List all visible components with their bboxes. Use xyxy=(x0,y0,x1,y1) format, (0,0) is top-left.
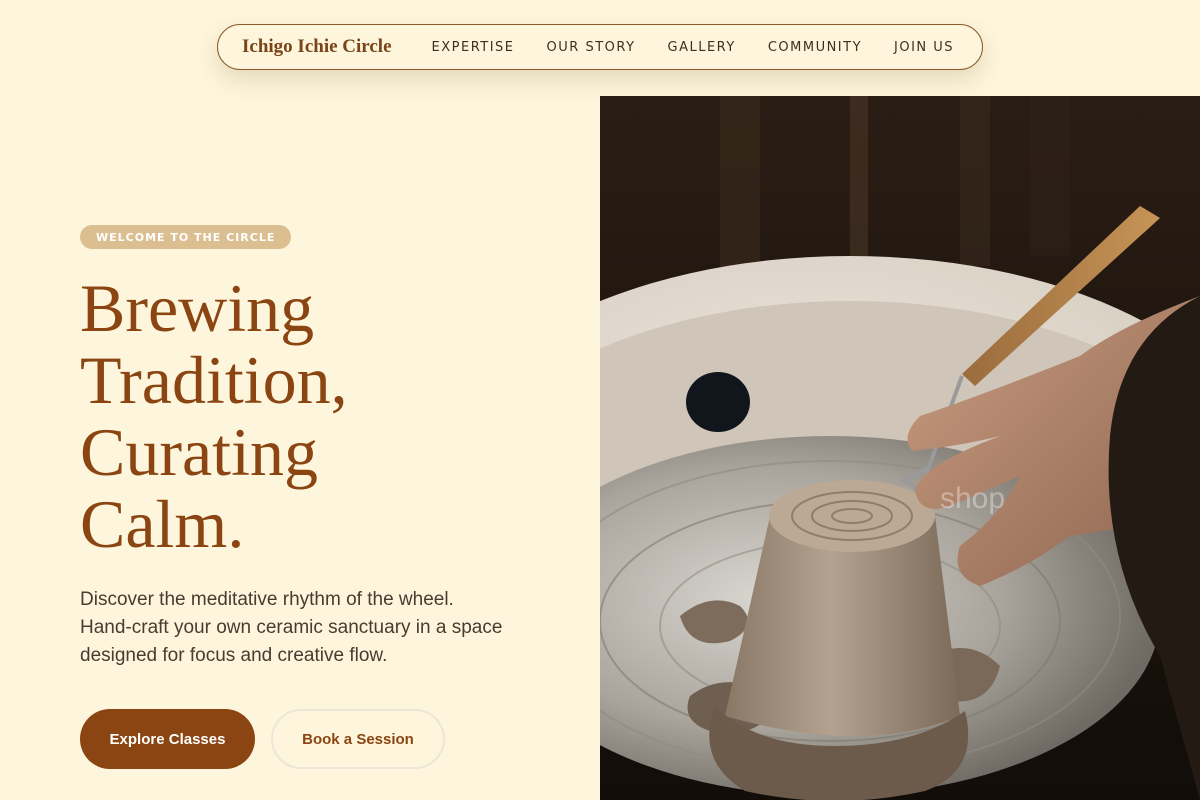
image-watermark: shop xyxy=(940,482,1005,515)
nav-link-expertise[interactable]: EXPERTISE xyxy=(432,40,515,55)
headline-line: Brewing xyxy=(80,270,315,346)
intro-line: Hand-craft your own ceramic sanctuary in… xyxy=(80,617,503,638)
hero-intro: Discover the meditative rhythm of the wh… xyxy=(80,586,540,670)
intro-line: Discover the meditative rhythm of the wh… xyxy=(80,589,454,610)
intro-line: designed for focus and creative flow. xyxy=(80,645,388,666)
hero-headline: Brewing Tradition, Curating Calm. xyxy=(80,272,580,560)
headline-line: Tradition, xyxy=(80,342,348,418)
nav-link-join-us[interactable]: JOIN US xyxy=(894,40,954,55)
explore-classes-button[interactable]: Explore Classes xyxy=(80,709,255,769)
nav-links: EXPERTISE OUR STORY GALLERY COMMUNITY JO… xyxy=(432,40,955,55)
headline-line: Curating xyxy=(80,414,318,490)
pottery-wheel-photo: shop xyxy=(600,96,1200,800)
brand-logo-link[interactable]: Ichigo Ichie Circle xyxy=(242,36,392,58)
headline-line: Calm. xyxy=(80,486,245,562)
book-session-button[interactable]: Book a Session xyxy=(271,709,445,769)
top-navigation: Ichigo Ichie Circle EXPERTISE OUR STORY … xyxy=(217,24,983,70)
welcome-badge: WELCOME TO THE CIRCLE xyxy=(80,225,292,249)
nav-link-community[interactable]: COMMUNITY xyxy=(768,40,862,55)
nav-link-our-story[interactable]: OUR STORY xyxy=(547,40,636,55)
nav-link-gallery[interactable]: GALLERY xyxy=(668,40,736,55)
